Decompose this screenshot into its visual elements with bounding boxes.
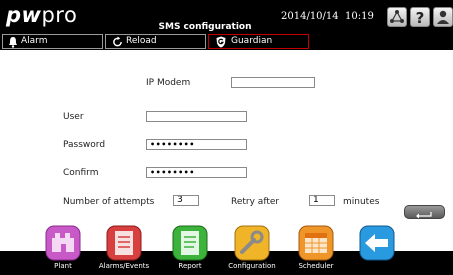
logo-prefix: pw	[6, 3, 42, 27]
tab-guardian-label: Guardian	[231, 36, 273, 46]
help-button[interactable]: ?	[410, 7, 430, 27]
user-icon	[437, 10, 449, 24]
back-arrow-icon	[359, 225, 395, 261]
confirm-password-field[interactable]: ••••••••	[146, 167, 247, 178]
report-icon	[172, 225, 208, 261]
datetime-display: 2014/10/14 10:19	[281, 11, 374, 23]
password-label: Password	[63, 140, 106, 150]
nav-scheduler-button[interactable]	[296, 224, 336, 264]
nav-alarms-events-label: Alarms/Events	[98, 262, 150, 270]
tab-alarm-label: Alarm	[21, 36, 48, 46]
ip-modem-field[interactable]	[231, 77, 315, 88]
attempts-label: Number of attempts	[63, 197, 155, 207]
time-text: 10:19	[345, 11, 374, 22]
tab-reload[interactable]: Reload	[105, 34, 206, 49]
user-label: User	[63, 112, 84, 122]
confirm-label: Confirm	[63, 168, 99, 178]
network-icon	[390, 10, 404, 23]
page-title: SMS configuration	[158, 22, 252, 32]
retry-unit-label: minutes	[343, 197, 380, 207]
nav-scheduler-label: Scheduler	[298, 262, 334, 270]
user-button[interactable]	[433, 7, 453, 27]
svg-text:?: ?	[416, 9, 425, 26]
tab-guardian[interactable]: Guardian	[208, 34, 309, 49]
logo-suffix: pro	[41, 3, 78, 27]
retry-after-label: Retry after	[231, 197, 280, 207]
user-field[interactable]	[146, 111, 247, 122]
back-button[interactable]	[357, 224, 397, 264]
enter-arrow-icon	[416, 212, 432, 219]
reload-icon	[113, 36, 122, 47]
network-status-icon[interactable]	[387, 7, 407, 27]
plant-icon	[45, 225, 81, 261]
ip-modem-label: IP Modem	[146, 78, 191, 88]
nav-report-label: Report	[178, 262, 202, 270]
nav-alarms-events-button[interactable]	[104, 224, 144, 264]
tab-reload-label: Reload	[126, 36, 157, 46]
scheduler-icon	[298, 225, 334, 261]
question-mark-icon: ?	[416, 9, 425, 27]
guardian-icon	[216, 36, 226, 48]
enter-button[interactable]	[404, 205, 445, 219]
bell-icon	[9, 37, 17, 48]
nav-configuration-label: Configuration	[228, 262, 276, 270]
password-field[interactable]: ••••••••	[146, 139, 247, 150]
date-text: 2014/10/14	[281, 11, 339, 22]
nav-plant-label: Plant	[54, 262, 72, 270]
retry-after-field[interactable]: 1	[309, 195, 335, 206]
nav-report-button[interactable]	[170, 224, 210, 264]
configuration-icon	[234, 225, 270, 261]
pwpro-logo: pwpro	[6, 2, 77, 28]
nav-plant-button[interactable]	[43, 224, 83, 264]
tab-alarm[interactable]: Alarm	[2, 34, 103, 49]
attempts-field[interactable]: 3	[173, 195, 199, 206]
nav-configuration-button[interactable]	[232, 224, 272, 264]
alarms-events-icon	[106, 225, 142, 261]
